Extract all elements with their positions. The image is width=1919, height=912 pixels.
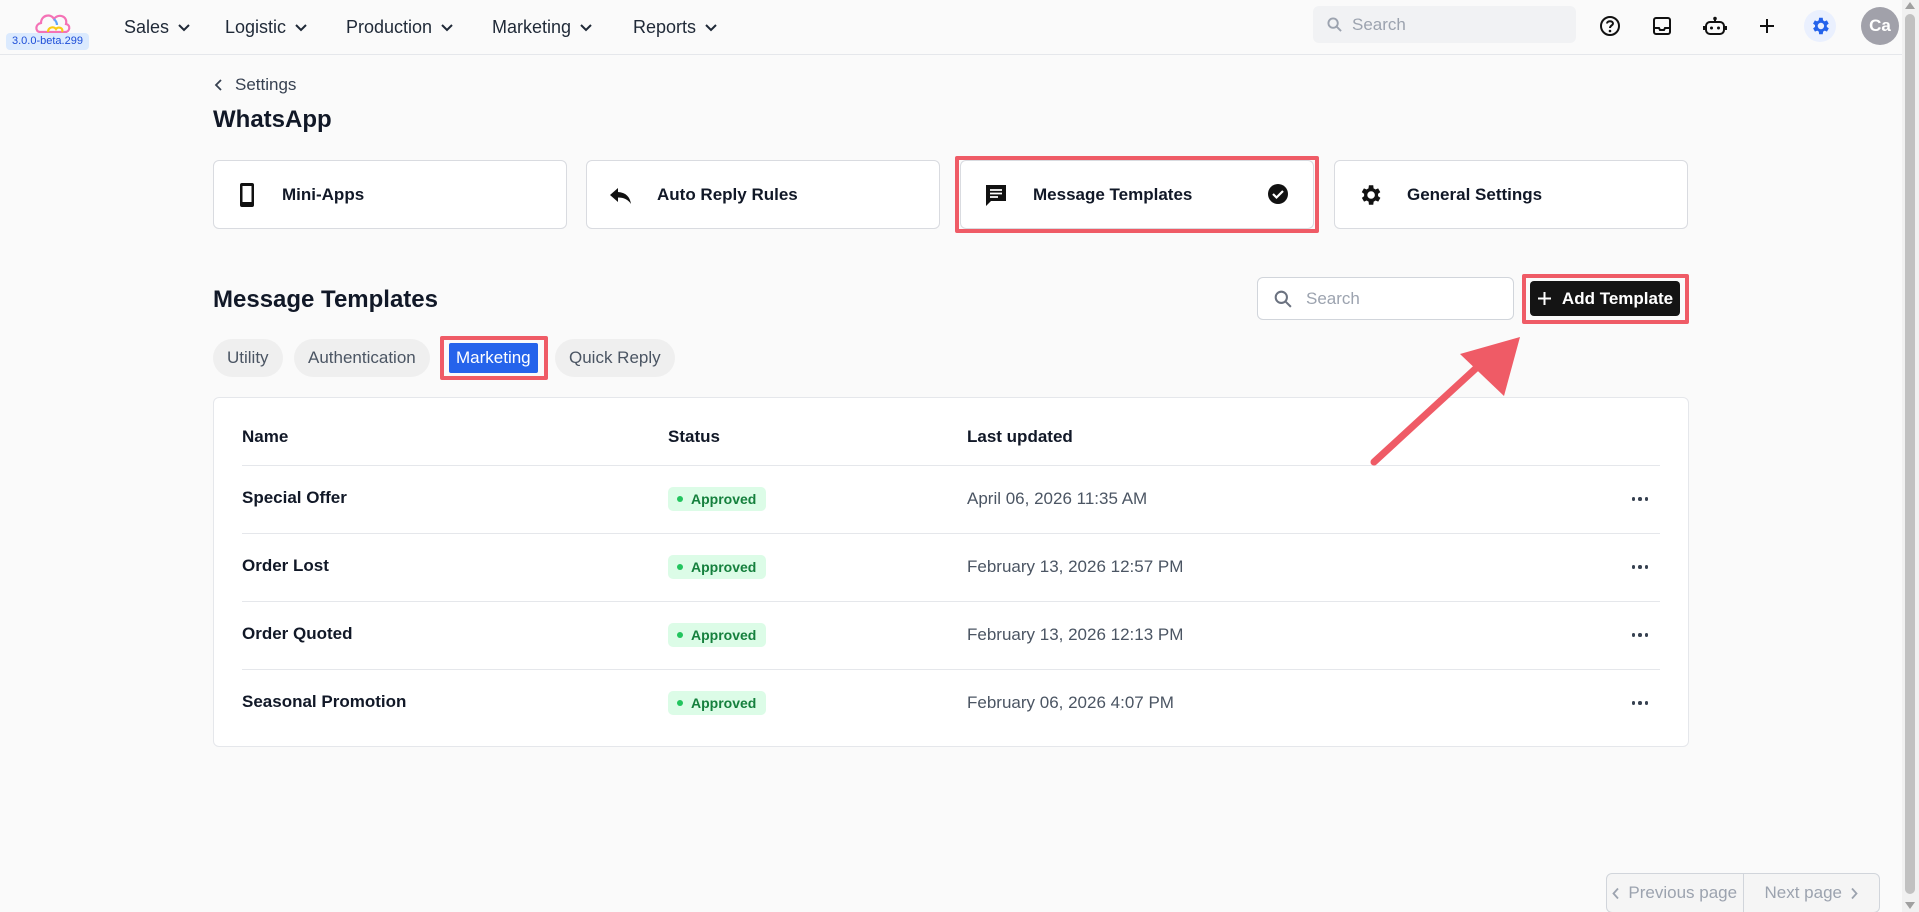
- bot-icon[interactable]: [1699, 10, 1731, 42]
- nav-reports[interactable]: Reports: [633, 14, 718, 40]
- status-badge-label: Approved: [691, 491, 757, 507]
- chevron-down-icon: [295, 24, 307, 32]
- previous-page-button[interactable]: Previous page: [1607, 874, 1743, 912]
- card-general-settings-label: General Settings: [1407, 184, 1543, 204]
- scrollbar-thumb[interactable]: [1905, 14, 1915, 894]
- settings-gear-icon[interactable]: [1804, 10, 1836, 42]
- row-divider: [242, 669, 1660, 670]
- row-name[interactable]: Special Offer: [242, 488, 347, 508]
- tab-utility[interactable]: Utility: [213, 339, 283, 377]
- card-auto-reply-rules-label: Auto Reply Rules: [657, 184, 798, 204]
- status-dot-icon: [677, 564, 683, 570]
- card-general-settings[interactable]: General Settings: [1334, 160, 1688, 229]
- scroll-down-icon[interactable]: [1905, 902, 1915, 909]
- row-divider: [242, 465, 1660, 466]
- card-mini-apps-label: Mini-Apps: [282, 184, 365, 204]
- row-divider: [242, 533, 1660, 534]
- status-badge: Approved: [668, 487, 767, 511]
- message-icon: [986, 184, 1006, 206]
- check-circle-icon: [1268, 184, 1288, 204]
- nav-logistic-label: Logistic: [225, 17, 287, 37]
- pagination: Previous page Next page: [1606, 873, 1880, 912]
- chevron-down-icon: [178, 24, 190, 32]
- nav-production-label: Production: [346, 17, 433, 37]
- global-search-input[interactable]: [1352, 14, 1552, 35]
- row-last-updated: April 06, 2026 11:35 AM: [967, 489, 1148, 508]
- row-last-updated: February 06, 2026 4:07 PM: [967, 693, 1174, 712]
- column-header-name: Name: [242, 427, 289, 446]
- search-icon: [1327, 17, 1342, 32]
- status-badge-label: Approved: [691, 559, 757, 575]
- nav-reports-label: Reports: [633, 17, 697, 37]
- chevron-left-icon: [1612, 887, 1620, 899]
- nav-sales[interactable]: Sales: [124, 14, 191, 40]
- row-last-updated: February 13, 2026 12:57 PM: [967, 557, 1184, 576]
- template-search[interactable]: [1257, 277, 1514, 320]
- nav-sales-label: Sales: [124, 17, 170, 37]
- reply-icon: [610, 187, 631, 204]
- row-name[interactable]: Seasonal Promotion: [242, 692, 406, 712]
- add-template-button[interactable]: Add Template: [1530, 281, 1680, 316]
- more-actions-icon[interactable]: [1628, 693, 1652, 713]
- plus-icon: [1537, 292, 1551, 305]
- card-message-templates[interactable]: Message Templates: [960, 160, 1314, 229]
- status-dot-icon: [677, 632, 683, 638]
- status-badge-label: Approved: [691, 695, 757, 711]
- template-search-input[interactable]: [1306, 288, 1486, 309]
- column-header-last-updated: Last updated: [967, 427, 1073, 446]
- tab-quick-reply[interactable]: Quick Reply: [555, 339, 675, 377]
- chevron-down-icon: [441, 24, 453, 32]
- more-actions-icon[interactable]: [1628, 489, 1652, 509]
- breadcrumb-label: Settings: [235, 75, 297, 94]
- search-icon: [1274, 290, 1292, 308]
- chevron-right-icon: [1851, 887, 1858, 899]
- status-badge: Approved: [668, 691, 767, 715]
- global-search[interactable]: [1313, 6, 1576, 43]
- help-icon[interactable]: [1594, 10, 1626, 42]
- card-message-templates-label: Message Templates: [1033, 184, 1193, 204]
- version-badge: 3.0.0-beta.299: [6, 33, 89, 50]
- status-badge: Approved: [668, 623, 767, 647]
- row-divider: [242, 601, 1660, 602]
- more-actions-icon[interactable]: [1628, 557, 1652, 577]
- nav-marketing[interactable]: Marketing: [492, 14, 593, 40]
- status-badge: Approved: [668, 555, 767, 579]
- next-page-label: Next page: [1764, 883, 1843, 902]
- more-actions-icon[interactable]: [1628, 625, 1652, 645]
- nav-logistic[interactable]: Logistic: [225, 14, 308, 40]
- card-mini-apps[interactable]: Mini-Apps: [213, 160, 567, 229]
- top-navigation-bar: 3.0.0-beta.299 Sales Logistic Production…: [0, 0, 1902, 55]
- row-last-updated: February 13, 2026 12:13 PM: [967, 625, 1184, 644]
- plus-icon[interactable]: [1751, 10, 1783, 42]
- column-header-status: Status: [668, 427, 720, 446]
- inbox-icon[interactable]: [1646, 10, 1678, 42]
- add-template-label: Add Template: [1561, 288, 1674, 308]
- breadcrumb[interactable]: Settings: [214, 75, 296, 95]
- chevron-down-icon: [705, 24, 717, 32]
- status-dot-icon: [677, 700, 683, 706]
- section-title: Message Templates: [213, 286, 438, 313]
- scroll-up-icon[interactable]: [1905, 2, 1915, 9]
- tab-marketing[interactable]: Marketing: [449, 343, 538, 373]
- row-name[interactable]: Order Quoted: [242, 624, 353, 644]
- row-name[interactable]: Order Lost: [242, 556, 329, 576]
- status-badge-label: Approved: [691, 627, 757, 643]
- page-title: WhatsApp: [213, 106, 332, 133]
- user-avatar[interactable]: Ca: [1861, 7, 1899, 45]
- templates-table: [213, 397, 1689, 747]
- chevron-down-icon: [580, 24, 592, 32]
- nav-production[interactable]: Production: [346, 14, 454, 40]
- next-page-button[interactable]: Next page: [1742, 874, 1880, 912]
- phone-icon: [240, 182, 254, 207]
- tab-authentication[interactable]: Authentication: [294, 339, 430, 377]
- chevron-left-icon: [214, 79, 222, 91]
- previous-page-label: Previous page: [1628, 883, 1738, 902]
- card-auto-reply-rules[interactable]: Auto Reply Rules: [586, 160, 940, 229]
- nav-marketing-label: Marketing: [492, 17, 572, 37]
- status-dot-icon: [677, 496, 683, 502]
- gear-icon: [1361, 184, 1381, 205]
